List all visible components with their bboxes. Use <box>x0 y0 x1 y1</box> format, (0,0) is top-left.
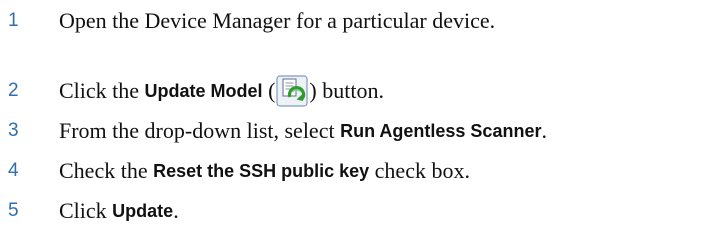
step-text: Check the Reset the SSH public key check… <box>59 158 470 184</box>
step-text-post: check box. <box>369 158 470 183</box>
step-text-post: ) button. <box>309 78 384 103</box>
step-number: 5 <box>8 200 19 221</box>
step-text: From the drop-down list, select Run Agen… <box>59 118 547 144</box>
step-number: 4 <box>8 160 19 181</box>
step-2: 2 Click the Update Model ( ) button. <box>0 74 723 108</box>
run-agentless-scanner-label: Run Agentless Scanner <box>340 120 542 141</box>
update-label: Update <box>112 200 174 221</box>
step-text-open-paren: ( <box>262 78 276 103</box>
step-1: 1 Open the Device Manager for a particul… <box>0 4 723 38</box>
step-3: 3 From the drop-down list, select Run Ag… <box>0 114 723 148</box>
step-text-post: . <box>541 118 547 143</box>
step-number: 1 <box>8 10 19 31</box>
step-text-pre: Click the <box>59 78 145 103</box>
reset-ssh-public-key-label: Reset the SSH public key <box>153 160 370 181</box>
step-text: Click the Update Model ( ) button. <box>59 75 384 107</box>
step-4: 4 Check the Reset the SSH public key che… <box>0 154 723 188</box>
step-5: 5 Click Update . <box>0 194 723 228</box>
step-number: 2 <box>8 80 19 101</box>
update-model-icon <box>276 75 308 107</box>
step-text-pre: Click <box>59 198 113 223</box>
step-text: Click Update . <box>59 198 179 224</box>
update-model-label: Update Model <box>144 80 263 101</box>
step-text-pre: From the drop-down list, select <box>59 118 341 143</box>
step-text-pre: Check the <box>59 158 154 183</box>
step-text: Open the Device Manager for a particular… <box>59 8 495 34</box>
step-text-post: . <box>173 198 179 223</box>
instruction-steps: 1 Open the Device Manager for a particul… <box>0 0 723 252</box>
step-number: 3 <box>8 120 19 141</box>
step-text-plain: Open the Device Manager for a particular… <box>59 8 496 33</box>
